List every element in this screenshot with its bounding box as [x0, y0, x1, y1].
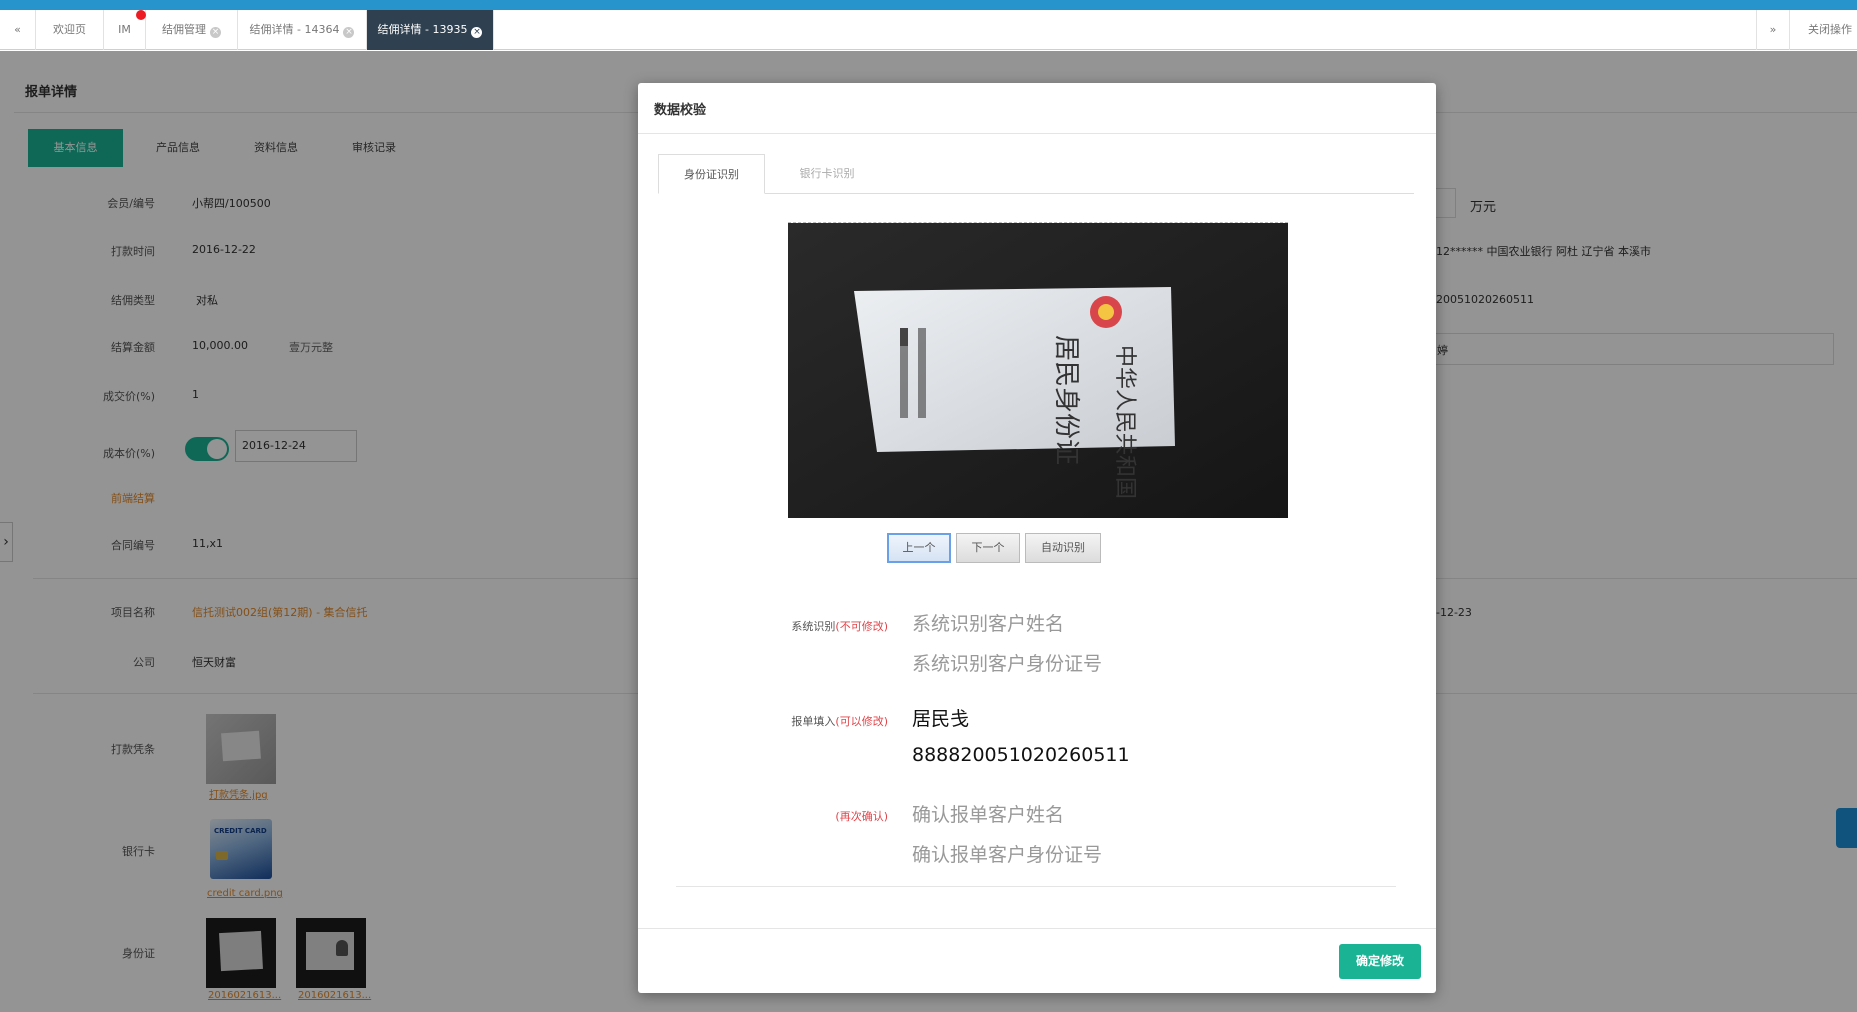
tab-underline — [658, 193, 1414, 194]
top-color-strip — [0, 0, 1857, 10]
tab-commission-detail-13935[interactable]: 结佣详情 - 13935 × — [367, 10, 494, 50]
reconfirm-label: (再次确认) — [835, 810, 888, 823]
tab-commission-detail-14364[interactable]: 结佣详情 - 14364 × — [238, 10, 367, 50]
confirm-name-input[interactable]: 确认报单客户姓名 — [912, 800, 1064, 827]
id-card-title-line2: 居民身份证 — [1051, 335, 1081, 465]
entered-name-field[interactable]: 居民戋 — [912, 704, 969, 731]
prev-image-button[interactable]: 上一个 — [887, 533, 951, 563]
tabs-prev-button[interactable]: « — [0, 10, 36, 50]
tab-welcome[interactable]: 欢迎页 — [36, 10, 104, 50]
tab-commission-management[interactable]: 结佣管理 × — [146, 10, 238, 50]
close-icon[interactable]: × — [210, 27, 221, 38]
divider — [676, 886, 1396, 887]
notification-dot — [136, 10, 146, 20]
id-card-title-line1: 中华人民共和国 — [1112, 345, 1137, 499]
system-recognition-label: 系统识别(不可修改) — [791, 620, 888, 633]
close-icon[interactable]: × — [343, 27, 355, 38]
tab-id-recognition[interactable]: 身份证识别 — [658, 154, 765, 194]
entered-id-field[interactable]: 888820051020260511 — [912, 744, 1130, 766]
id-card-photo: 中华人民共和国 居民身份证 — [788, 223, 1288, 518]
data-verification-modal: 数据校验 身份证识别 银行卡识别 中华人民共和国 居民身份证 上一个 下一个 自… — [638, 83, 1436, 993]
modal-title: 数据校验 — [654, 103, 707, 118]
next-image-button[interactable]: 下一个 — [956, 533, 1020, 563]
tabs-next-button[interactable]: » — [1756, 10, 1790, 50]
system-id-field[interactable]: 系统识别客户身份证号 — [912, 649, 1102, 676]
divider — [638, 133, 1436, 134]
footer-divider — [638, 928, 1436, 929]
auto-recognize-button[interactable]: 自动识别 — [1025, 533, 1101, 563]
tab-bank-card-recognition[interactable]: 银行卡识别 — [775, 154, 879, 194]
entered-data-label: 报单填入(可以修改) — [791, 715, 888, 728]
close-icon[interactable]: × — [471, 27, 483, 38]
confirm-modify-button[interactable]: 确定修改 — [1339, 944, 1421, 979]
confirm-id-input[interactable]: 确认报单客户身份证号 — [912, 840, 1102, 867]
close-operations-button[interactable]: 关闭操作 — [1790, 10, 1857, 50]
id-card-photo-image: 中华人民共和国 居民身份证 — [788, 223, 1288, 518]
tab-bar: « 欢迎页 IM 结佣管理 × 结佣详情 - 14364 × 结佣详情 - 1393… — [0, 10, 1857, 50]
system-name-field[interactable]: 系统识别客户姓名 — [912, 609, 1064, 636]
